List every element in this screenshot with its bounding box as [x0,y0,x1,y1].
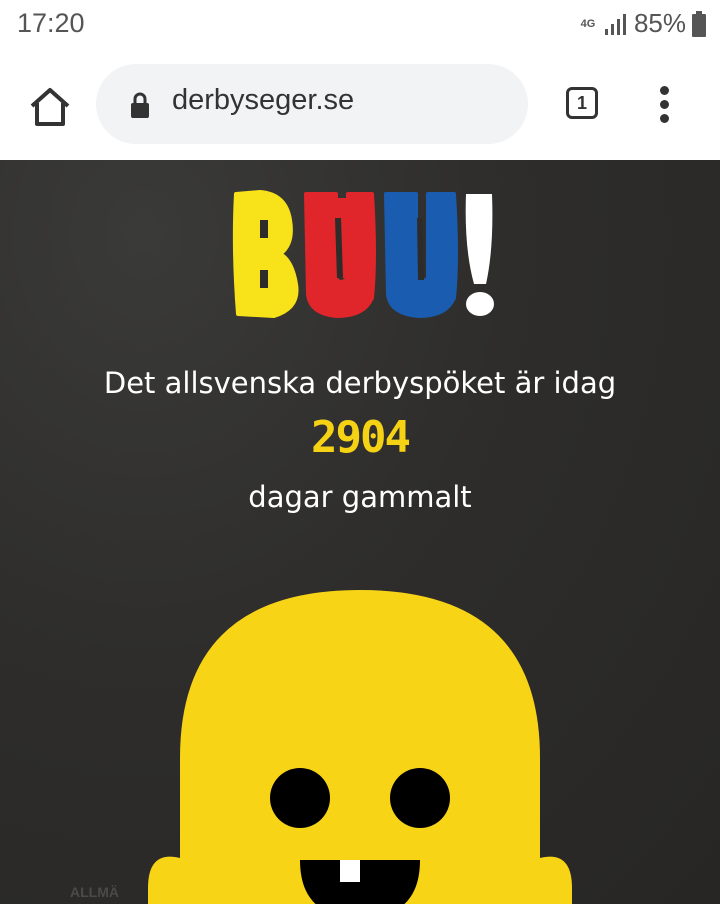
status-bar: 17:20 4G 85% [0,0,720,50]
status-icons: 4G 85% [578,8,706,39]
url-text[interactable]: derbyseger.se [172,84,354,117]
days-counter: 2904 [311,412,411,463]
tab-switcher-button[interactable]: 1 [566,87,598,119]
home-icon[interactable] [22,78,78,134]
status-time: 17:20 [17,8,85,38]
stadium-banner-text: ALLMÄ [70,884,119,900]
battery-percentage: 85% [633,8,686,38]
days-suffix-text: dagar gammalt [248,480,472,514]
battery-icon [692,10,706,37]
page-content: ALLMÄ Det allsvenska derbyspöket är idag… [0,160,720,904]
network-type: 4G [580,17,596,30]
ghost-mascot-icon [148,590,572,904]
address-bar[interactable]: derbyseger.se [96,64,528,144]
derby-ghost-intro-text: Det allsvenska derbyspöket är idag [103,366,617,400]
lock-icon [131,92,149,118]
browser-toolbar: derbyseger.se 1 [0,50,720,160]
more-options-icon[interactable] [650,86,678,126]
buu-logo [232,190,494,318]
signal-icon [604,13,626,35]
